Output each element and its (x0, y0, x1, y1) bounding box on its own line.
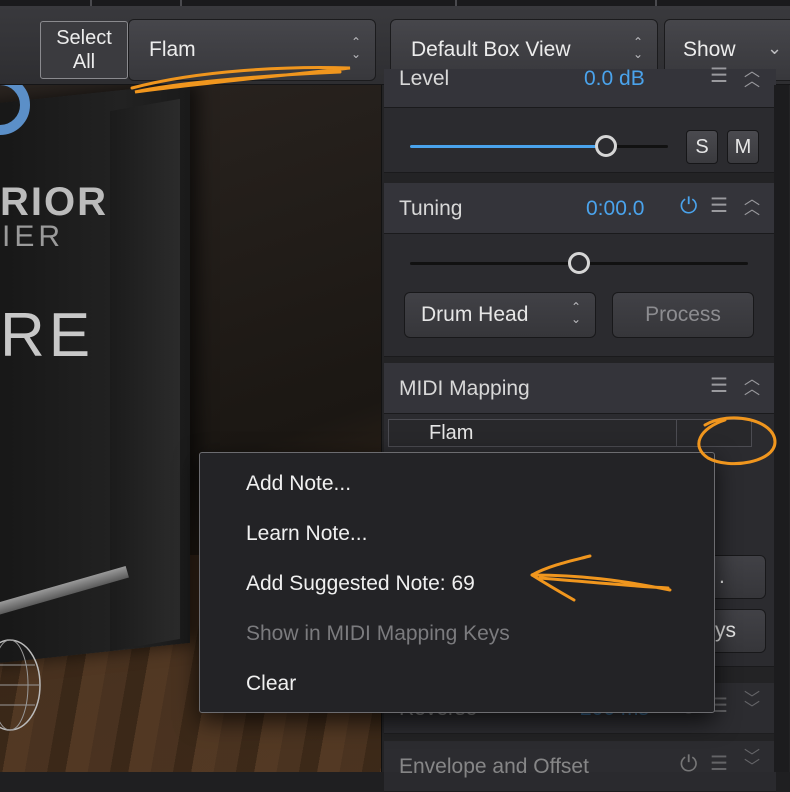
level-value[interactable]: 0.0 dB (584, 67, 645, 91)
banner-subtext: IER (2, 220, 65, 253)
updown-chevron-icon: ⌃ ⌄ (350, 35, 362, 61)
tuning-section-header[interactable]: Tuning 0:00.0 ⏻ ☰ ︿ ︿ (384, 183, 776, 234)
solo-button[interactable]: S (686, 130, 718, 164)
midi-mapping-label: MIDI Mapping (399, 377, 530, 400)
tuning-value[interactable]: 0:00.0 (586, 197, 644, 221)
hamburger-menu-icon[interactable]: ☰ (710, 751, 728, 776)
menu-item-learn-note[interactable]: Learn Note... (200, 517, 714, 567)
level-label: Level (399, 67, 450, 90)
mic-grill-icon (0, 639, 41, 731)
updown-chevron-icon: ⌃ ⌄ (570, 300, 582, 326)
show-select-value: Show (683, 38, 736, 61)
menu-item-clear[interactable]: Clear (200, 667, 714, 717)
tuning-label: Tuning (399, 197, 463, 220)
chevron-down-icon: ⌄ (767, 38, 783, 58)
midi-mapping-row-label: Flam (429, 422, 474, 444)
context-menu: Add Note... Learn Note... Add Suggested … (199, 452, 715, 713)
piece-select-value: Flam (149, 38, 196, 61)
hamburger-menu-icon[interactable]: ☰ (710, 63, 728, 88)
tuning-section-body: Drum Head ⌃ ⌄ Process (384, 234, 776, 357)
process-button[interactable]: Process (612, 292, 754, 338)
drum-head-select[interactable]: Drum Head ⌃ ⌄ (404, 292, 596, 338)
updown-chevron-icon: ⌃ ⌄ (632, 35, 644, 61)
hamburger-menu-icon[interactable]: ☰ (710, 193, 728, 218)
collapse-chevron-icon[interactable]: ︿ ︿ (744, 372, 760, 398)
collapse-chevron-icon[interactable]: ︿ ︿ (744, 64, 760, 90)
drum-head-value: Drum Head (421, 303, 529, 326)
midi-mapping-note-cell[interactable] (676, 420, 731, 446)
level-section-header[interactable]: Level 0.0 dB ☰ ︿ ︿ (384, 64, 776, 108)
midi-mapping-section-header[interactable]: MIDI Mapping ☰ ︿ ︿ (384, 363, 776, 414)
panel-scrollbar[interactable] (774, 85, 789, 772)
level-slider-fill (410, 145, 607, 148)
collapse-chevron-icon[interactable]: ︿ ︿ (744, 192, 760, 218)
menu-item-add-note[interactable]: Add Note... (200, 467, 714, 517)
piece-select[interactable]: Flam ⌃ ⌄ (128, 19, 376, 81)
menu-item-show-in-mapping-keys: Show in MIDI Mapping Keys (246, 622, 510, 645)
tuning-slider-knob[interactable] (568, 252, 590, 274)
menu-item-add-suggested-note[interactable]: Add Suggested Note: 69 (200, 567, 714, 617)
level-section-body: S M (384, 108, 776, 173)
expand-chevron-icon[interactable]: ﹀ ﹀ (744, 750, 760, 776)
banner-large-text: RE (0, 301, 95, 370)
power-icon[interactable]: ⏻ (680, 193, 702, 218)
view-select-value: Default Box View (411, 38, 571, 61)
hamburger-menu-icon[interactable]: ☰ (710, 373, 728, 398)
midi-mapping-row[interactable]: Flam (388, 419, 752, 447)
top-strip (0, 0, 790, 6)
expand-chevron-icon[interactable]: ﹀ ﹀ (744, 692, 760, 718)
envelope-section-header[interactable]: Envelope and Offset ⏻ ☰ ﹀ ﹀ (384, 741, 776, 792)
envelope-label: Envelope and Offset (399, 755, 589, 778)
select-all-button[interactable]: Select All (40, 21, 128, 79)
level-slider-knob[interactable] (595, 135, 618, 157)
banner-text: RIOR (0, 180, 108, 224)
power-icon[interactable]: ⏻ (680, 751, 702, 776)
mute-button[interactable]: M (727, 130, 759, 164)
